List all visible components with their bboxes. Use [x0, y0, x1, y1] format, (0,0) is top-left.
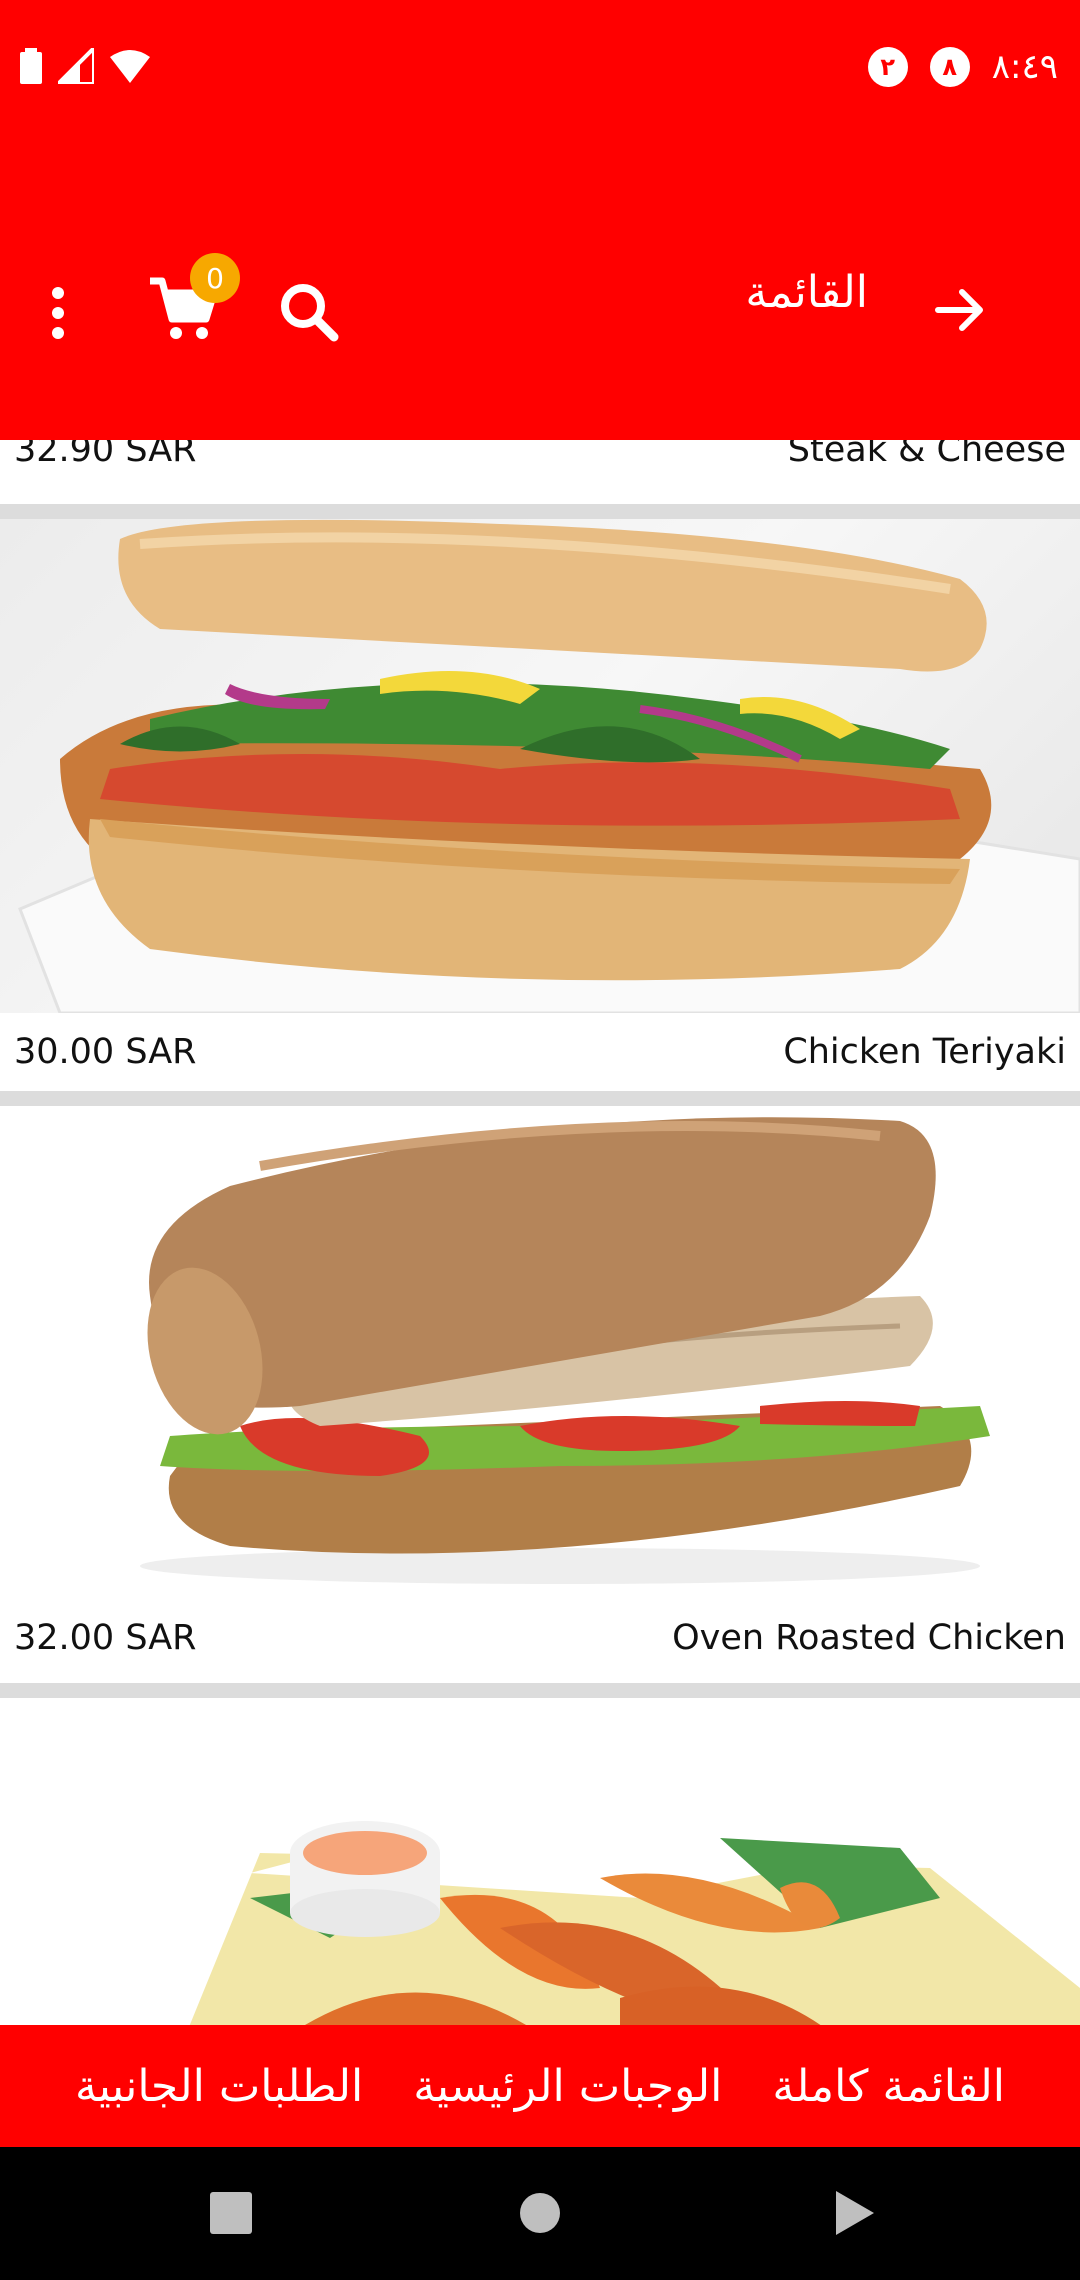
status-time: ٨:٤٩: [991, 47, 1058, 87]
menu-item-card[interactable]: [0, 1698, 1080, 2025]
menu-item-name: Oven Roasted Chicken: [672, 1618, 1066, 1658]
tab-main-meals[interactable]: الوجبات الرئيسية: [413, 2061, 722, 2112]
category-tab-bar: القائمة كاملة الوجبات الرئيسية الطلبات ا…: [0, 2025, 1080, 2147]
status-icons-right: ٢ ٨ ٨:٤٩: [867, 42, 1058, 92]
menu-item-card[interactable]: Chicken Teriyaki 30.00 SAR: [0, 519, 1080, 1089]
recents-icon[interactable]: [210, 2192, 252, 2234]
app-toolbar: القائمة 0: [0, 135, 1080, 440]
home-icon[interactable]: [520, 2193, 560, 2233]
page-title: القائمة: [745, 267, 868, 318]
tab-side-orders[interactable]: الطلبات الجانبية: [75, 2061, 363, 2112]
card-divider: [0, 1683, 1080, 1698]
menu-item-card[interactable]: Oven Roasted Chicken 32.00 SAR: [0, 1106, 1080, 1684]
card-divider: [0, 1091, 1080, 1106]
wifi-icon: [110, 50, 150, 83]
sandwich-image: [18, 519, 1080, 1013]
menu-list[interactable]: Steak & Cheese 32.90 SAR Chicken Teriyak…: [0, 440, 1080, 2025]
battery-icon: [20, 48, 42, 84]
status-bar: ٢ ٨ ٨:٤٩: [0, 0, 1080, 135]
signal-icon: [58, 48, 94, 84]
tab-full-menu[interactable]: القائمة كاملة: [772, 2061, 1005, 2112]
menu-item-name: Steak & Cheese: [787, 440, 1066, 470]
menu-item-name: Chicken Teriyaki: [783, 1032, 1066, 1072]
card-divider: [0, 504, 1080, 519]
back-arrow-icon[interactable]: [930, 280, 990, 340]
menu-item-image: [0, 1698, 1080, 2025]
potato-wedges-image: [189, 1818, 1080, 2025]
menu-item-image: [0, 1106, 1080, 1600]
system-nav-bar: [0, 2147, 1080, 2280]
menu-item-price: 30.00 SAR: [14, 1032, 197, 1072]
menu-item-price: 32.90 SAR: [14, 440, 197, 470]
status-icons-left: [20, 44, 150, 88]
menu-item-image: [0, 519, 1080, 1013]
notification-icon: ٨: [929, 47, 970, 87]
more-options-icon[interactable]: [40, 283, 76, 343]
cart-count-badge: 0: [190, 253, 240, 303]
search-icon[interactable]: [278, 281, 340, 343]
sandwich-image: [140, 1117, 990, 1584]
back-icon[interactable]: [832, 2191, 876, 2235]
notification-icon: ٢: [867, 47, 908, 87]
menu-item-card[interactable]: Steak & Cheese 32.90 SAR: [0, 440, 1080, 495]
menu-item-price: 32.00 SAR: [14, 1618, 197, 1658]
